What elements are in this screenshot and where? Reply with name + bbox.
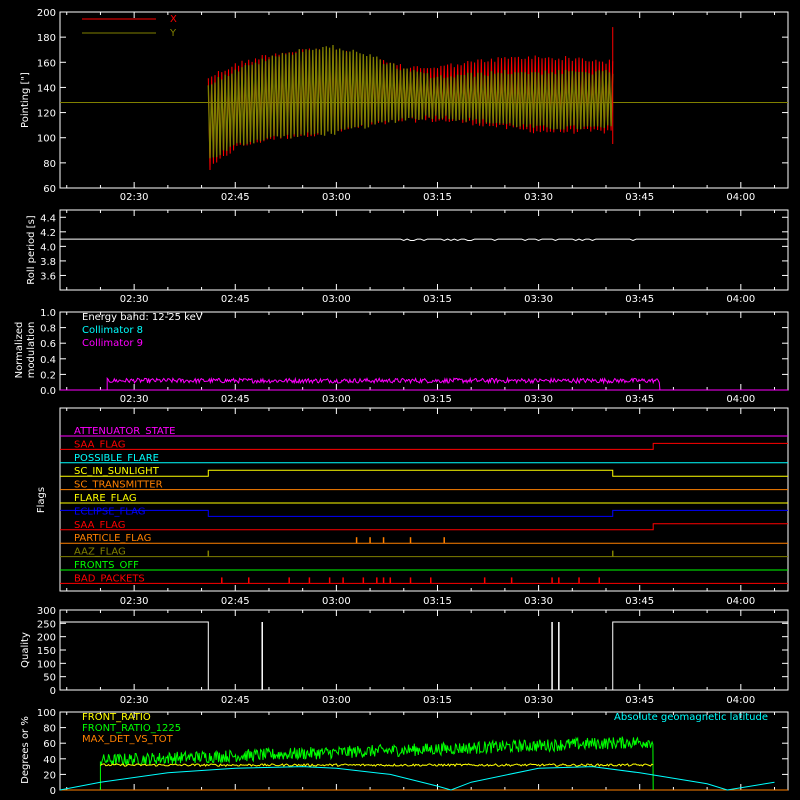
flag-label: SC_TRANSMITTER: [74, 480, 163, 491]
degrees-ylabel: Degrees or %: [20, 716, 31, 784]
flag-label: BAD_PACKETS: [74, 573, 145, 584]
flag-label: SAA_FLAG: [74, 520, 125, 531]
x-tick-label: 04:00: [726, 192, 755, 203]
x-tick-label: 03:45: [625, 596, 654, 607]
y-tick-label: 0.0: [40, 386, 56, 397]
y-tick-label: 150: [37, 646, 56, 657]
flag-label: FLARE_FLAG: [74, 493, 137, 504]
y-tick-label: 3.8: [40, 257, 56, 268]
y-tick-label: 50: [43, 673, 56, 684]
flag-label: PARTICLE_FLAG: [74, 533, 151, 544]
x-tick-label: 03:00: [322, 394, 351, 405]
y-tick-label: 60: [43, 739, 56, 750]
pointing-ylabel: Pointing ["]: [20, 72, 31, 128]
y-tick-label: 0.2: [40, 370, 56, 381]
x-tick-label: 03:15: [423, 192, 452, 203]
flags-ylabel: Flags: [36, 487, 47, 513]
x-tick-label: 02:45: [221, 192, 250, 203]
y-tick-label: 1.0: [40, 308, 56, 319]
y-tick-label: 0: [50, 786, 56, 797]
y-tick-label: 80: [43, 724, 56, 735]
flag-label: SAA_FLAG: [74, 439, 125, 450]
y-tick-label: 100: [37, 659, 56, 670]
y-tick-label: 200: [37, 8, 56, 19]
energy-band-label: Energy band: 12-25 keV: [82, 312, 203, 323]
x-tick-label: 03:30: [524, 294, 553, 305]
y-tick-label: 180: [37, 33, 56, 44]
y-tick-label: 200: [37, 633, 56, 644]
x-tick-label: 03:15: [423, 294, 452, 305]
y-tick-label: 4.0: [40, 242, 56, 253]
y-tick-label: 300: [37, 606, 56, 617]
x-tick-label: 04:00: [726, 294, 755, 305]
flag-label: POSSIBLE_FLARE: [74, 453, 159, 464]
y-tick-label: 140: [37, 83, 56, 94]
x-tick-label: 03:45: [625, 192, 654, 203]
y-tick-label: 0.6: [40, 339, 56, 350]
quality-ylabel: Quality: [20, 632, 31, 668]
y-tick-label: 4.4: [40, 213, 56, 224]
x-tick-label: 03:45: [625, 394, 654, 405]
y-tick-label: 40: [43, 755, 56, 766]
y-tick-label: 100: [37, 134, 56, 145]
y-tick-label: 60: [43, 184, 56, 195]
y-tick-label: 100: [37, 708, 56, 719]
y-tick-label: 0.4: [40, 355, 56, 366]
x-tick-label: 03:15: [423, 394, 452, 405]
x-tick-label: 03:30: [524, 695, 553, 706]
x-tick-label: 03:00: [322, 192, 351, 203]
flag-label: FRONTS_OFF: [74, 560, 139, 571]
x-tick-label: 02:30: [120, 695, 149, 706]
x-tick-label: 03:45: [625, 294, 654, 305]
x-tick-label: 03:30: [524, 394, 553, 405]
legend-y-label: Y: [169, 28, 177, 39]
y-tick-label: 250: [37, 619, 56, 630]
legend-front-ratio-1225: FRONT_RATIO_1225: [82, 723, 181, 734]
y-tick-label: 80: [43, 159, 56, 170]
legend-geomagnetic-latitude: Absolute geomagnetic latitude: [614, 712, 768, 723]
flag-label: ECLIPSE_FLAG: [74, 506, 145, 517]
x-tick-label: 02:30: [120, 596, 149, 607]
x-tick-label: 03:15: [423, 596, 452, 607]
x-tick-label: 03:00: [322, 294, 351, 305]
figure: 02:30 02:45 03:00 03:15 03:30 03:45 04:00 60 80 1…: [0, 0, 800, 800]
flag-label: SC_IN_SUNLIGHT: [74, 466, 160, 477]
flag-label: AAZ_FLAG: [74, 547, 126, 558]
y-tick-label: 120: [37, 109, 56, 120]
x-tick-label: 04:00: [726, 394, 755, 405]
x-tick-label: 03:45: [625, 695, 654, 706]
x-tick-label: 04:00: [726, 596, 755, 607]
x-tick-label: 03:00: [322, 695, 351, 706]
x-tick-label: 03:30: [524, 596, 553, 607]
x-tick-label: 02:30: [120, 294, 149, 305]
legend-front-ratio: FRONT_RATIO: [82, 712, 151, 723]
x-tick-label: 02:45: [221, 596, 250, 607]
roll-period-ylabel: Roll period [s]: [26, 215, 37, 284]
y-tick-label: 4.2: [40, 228, 56, 239]
flag-label: ATTENUATOR_STATE: [74, 426, 175, 437]
x-tick-label: 02:30: [120, 394, 149, 405]
legend-collimator-9: Collimator 9: [82, 338, 143, 349]
y-tick-label: 20: [43, 770, 56, 781]
x-tick-label: 02:45: [221, 294, 250, 305]
x-tick-label: 02:45: [221, 695, 250, 706]
y-tick-label: 160: [37, 58, 56, 69]
y-tick-label: 0.8: [40, 324, 56, 335]
x-tick-label: 02:30: [120, 192, 149, 203]
y-tick-label: 0: [50, 686, 56, 697]
x-tick-label: 04:00: [726, 695, 755, 706]
x-tick-label: 03:30: [524, 192, 553, 203]
modulation-ylabel-1: Normalized: [14, 322, 25, 379]
modulation-ylabel-2: modulation: [26, 322, 37, 379]
legend-collimator-8: Collimator 8: [82, 325, 143, 336]
y-tick-label: 3.6: [40, 271, 56, 282]
legend-x-label: X: [170, 14, 177, 25]
x-tick-label: 03:00: [322, 596, 351, 607]
x-tick-label: 03:15: [423, 695, 452, 706]
legend-max-det: MAX_DET_VS_TOT: [82, 734, 174, 745]
x-tick-label: 02:45: [221, 394, 250, 405]
